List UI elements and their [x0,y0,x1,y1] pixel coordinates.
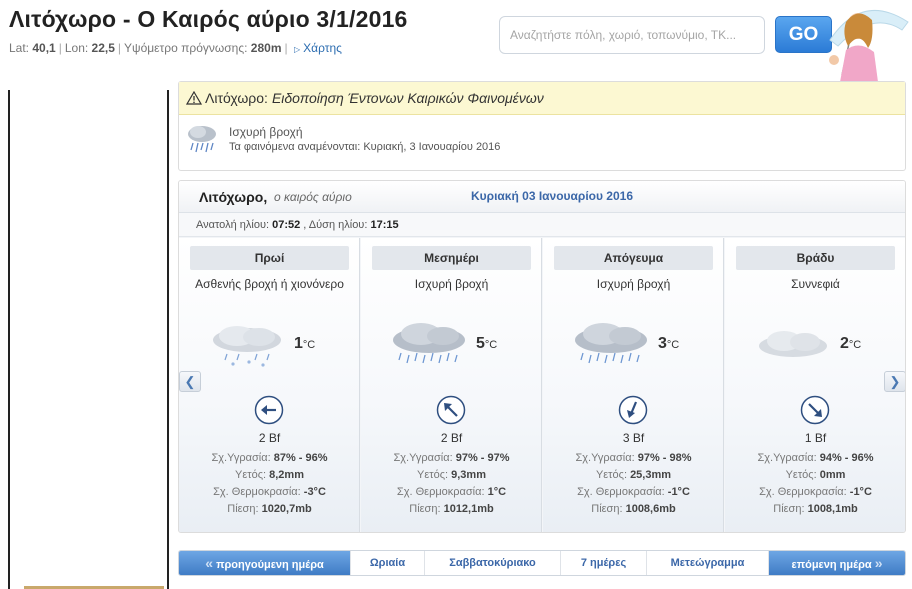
period-description: Συννεφιά [791,277,840,291]
warning-expected: Τα φαινόμενα αναμένονται: Κυριακή, 3 Ιαν… [229,141,500,153]
feels-like-value: -1°C [667,486,690,498]
period-stats: Σχ.Υγρασία: 87% - 96% Υετός: 8,2mm Σχ. Θ… [211,452,328,515]
double-chevron-left-icon: « [205,555,213,571]
carousel-prev-button[interactable]: ❮ [179,371,201,392]
cloudy-icon [759,331,827,357]
pressure-value: 1020,7mb [261,503,312,515]
hourly-link[interactable]: Ωριαία [351,551,425,575]
warning-triangle-icon [186,91,202,105]
forecast-date: Κυριακή 03 Ιανουαρίου 2016 [471,189,633,203]
period-description: Ασθενής βροχή ή χιονόνερο [195,277,344,291]
period-stats: Σχ.Υγρασία: 94% - 96% Υετός: 0mm Σχ. Θερ… [757,452,874,515]
wind-beaufort: 3 Bf [622,431,645,445]
period-evening: Βράδυ Συννεφιά 2°C 1 Bf Σχ.Υγρασία: 94% … [725,238,905,532]
pressure-value: 1012,1mb [443,503,494,515]
warning-expected-date: Κυριακή, 3 Ιανουαρίου 2016 [363,141,501,153]
period-label: Μεσημέρι [372,246,531,270]
pressure-value: 1008,1mb [807,503,858,515]
weekend-link[interactable]: Σαββατοκύριακο [425,551,561,575]
location-coordinates: Lat: 40,1 | Lon: 22,5 | Υψόμετρο πρόγνωσης: … [9,41,342,55]
sunset-label: , Δύση ηλίου: [303,219,368,231]
wind-beaufort: 1 Bf [804,431,827,445]
next-day-button[interactable]: επόμενη ημέρα » [769,551,905,575]
page: Λιτόχωρο - Ο Καιρός αύριο 3/1/2016 Lat: … [0,0,912,589]
wind-arrow-down-right-icon [800,395,830,425]
lat-label: Lat: [9,41,30,55]
map-link[interactable]: ▷ Χάρτης [294,41,342,55]
feels-like-value: -3°C [303,486,326,498]
period-afternoon: Απόγευμα Ισχυρή βροχή 3°C 3 Bf Σχ.Υγρασί… [543,238,724,532]
play-icon: ▷ [293,45,301,54]
previous-day-label: προηγούμενη ημέρα [216,559,324,571]
period-label: Βράδυ [736,246,895,270]
meteogram-link[interactable]: Μετεώγραμμα [647,551,769,575]
period-description: Ισχυρή βροχή [414,277,489,291]
heavy-rain-icon [188,126,216,153]
warning-expected-label: Τα φαινόμενα αναμένονται: [229,141,361,153]
feels-like-value: -1°C [849,486,872,498]
carousel-next-button[interactable]: ❯ [884,371,905,392]
period-label: Πρωί [190,246,349,270]
wind-beaufort: 2 Bf [258,431,281,445]
warning-place: Λιτόχωρο: [205,90,268,106]
map-link-label: Χάρτης [303,41,342,55]
wind-arrow-left-icon [254,395,284,425]
sun-times: Ανατολή ηλίου: 07:52 , Δύση ηλίου: 17:15 [179,213,905,237]
forecast-panel: Λιτόχωρο, ο καιρός αύριο Κυριακή 03 Ιανο… [178,180,906,533]
lon-value: 22,5 [91,41,115,55]
sunrise-value: 07:52 [272,219,301,231]
previous-day-button[interactable]: « προηγούμενη ημέρα [179,551,351,575]
warning-header[interactable]: Λιτόχωρο: Ειδοποίηση Έντονων Καιρικών Φα… [179,82,905,115]
double-chevron-right-icon: » [874,555,883,571]
lat-value: 40,1 [32,41,56,55]
chevron-right-icon: ❯ [889,374,901,389]
mascot-girl-umbrella-image [829,9,909,82]
humidity-value: 94% - 96% [819,452,874,464]
wind-arrow-up-left-icon [436,395,466,425]
period-noon: Μεσημέρι Ισχυρή βροχή 5°C 2 Bf Σχ.Υγρασί… [361,238,542,532]
rain-value: 0mm [819,469,846,481]
page-title: Λιτόχωρο - Ο Καιρός αύριο 3/1/2016 [9,6,408,32]
period-stats: Σχ.Υγρασία: 97% - 97% Υετός: 9,3mm Σχ. Θ… [393,452,510,515]
rain-value: 25,3mm [630,469,672,481]
wind-beaufort: 2 Bf [440,431,463,445]
search-input[interactable] [499,16,765,54]
period-temperature: 3°C [658,335,680,352]
period-temperature: 1°C [294,335,316,352]
sunrise-label: Ανατολή ηλίου: [196,219,270,231]
pressure-value: 1008,6mb [625,503,676,515]
period-temperature: 5°C [476,335,498,352]
humidity-value: 87% - 96% [273,452,328,464]
altitude-value: 280m [250,41,282,55]
period-description: Ισχυρή βροχή [596,277,671,291]
rain-value: 9,3mm [451,469,486,481]
warning-headline: Ειδοποίηση Έντονων Καιρικών Φαινομένων [271,90,544,106]
wind-arrow-down-left-icon [618,395,648,425]
chevron-left-icon: ❮ [184,374,196,389]
feels-like-value: 1°C [487,486,507,498]
severe-weather-warning: Λιτόχωρο: Ειδοποίηση Έντονων Καιρικών Φα… [178,81,906,171]
forecast-header: Λιτόχωρο, ο καιρός αύριο Κυριακή 03 Ιανο… [179,181,905,213]
lon-label: Lon: [64,41,89,55]
heavy-rain-cloud-icon [393,323,465,364]
humidity-value: 97% - 98% [637,452,692,464]
rain-value: 8,2mm [269,469,304,481]
seven-days-link[interactable]: 7 ημέρες [561,551,647,575]
humidity-value: 97% - 97% [455,452,510,464]
heavy-rain-cloud-icon [575,323,647,364]
sleet-cloud-icon [213,326,281,367]
period-temperature: 2°C [840,335,862,352]
period-morning: Πρωί Ασθενής βροχή ή χιονόνερο 1°C 2 Bf [179,238,360,532]
forecast-place: Λιτόχωρο, [199,189,268,205]
advertisement-column [8,90,169,589]
altitude-label: Υψόμετρο πρόγνωσης: [124,41,248,55]
forecast-place-subtitle: ο καιρός αύριο [274,190,352,204]
day-navigation: « προηγούμενη ημέρα Ωριαία Σαββατοκύριακ… [178,550,906,576]
warning-type: Ισχυρή βροχή [229,125,303,139]
period-label: Απόγευμα [554,246,713,270]
forecast-periods: Πρωί Ασθενής βροχή ή χιονόνερο 1°C 2 Bf [179,238,905,532]
next-day-label: επόμενη ημέρα [791,559,872,571]
sunset-value: 17:15 [370,219,399,231]
period-stats: Σχ.Υγρασία: 97% - 98% Υετός: 25,3mm Σχ. … [575,452,692,515]
